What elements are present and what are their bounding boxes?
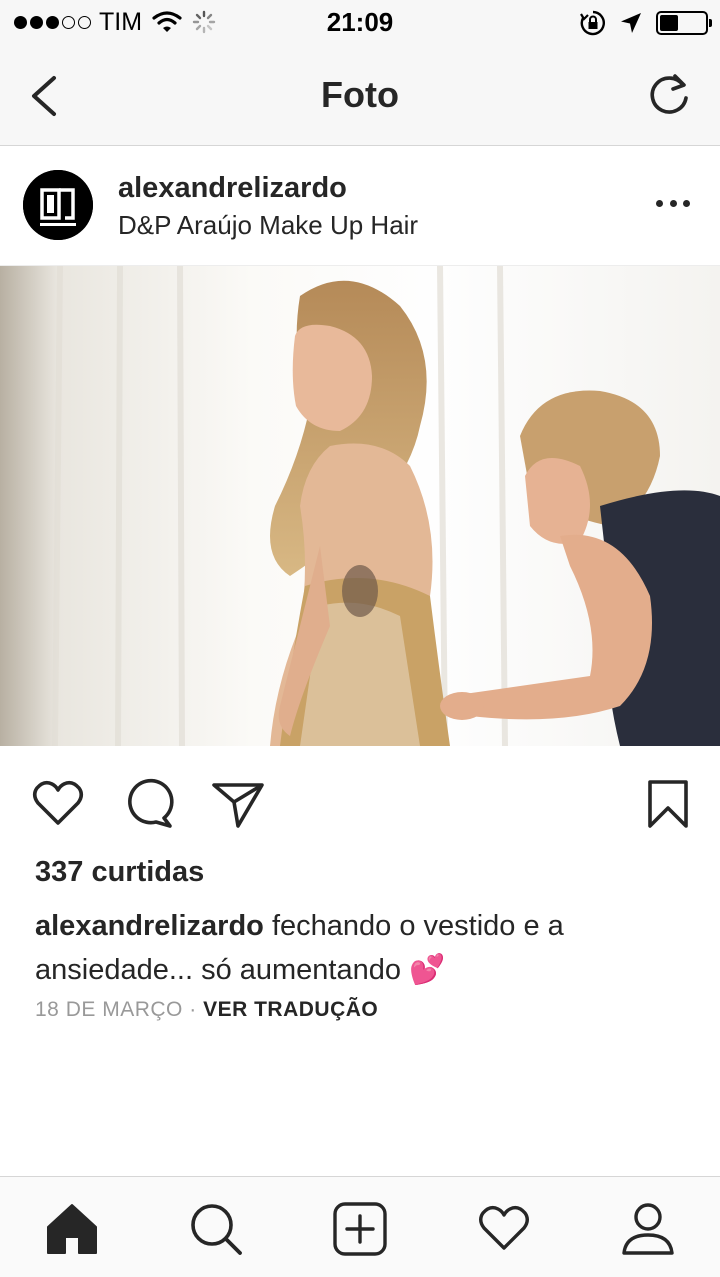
profile-icon[interactable] bbox=[620, 1201, 676, 1257]
tab-bar bbox=[0, 1176, 720, 1277]
orientation-lock-icon bbox=[580, 10, 605, 36]
post-meta: 18 DE MARÇO · VER TRADUÇÃO bbox=[35, 998, 378, 1022]
post-header: alexandrelizardo D&P Araújo Make Up Hair bbox=[0, 146, 720, 266]
search-icon[interactable] bbox=[188, 1201, 244, 1257]
add-post-icon[interactable] bbox=[332, 1201, 388, 1257]
post-username[interactable]: alexandrelizardo bbox=[118, 172, 347, 205]
wedding-photo bbox=[0, 266, 720, 746]
navigation-bar: Foto bbox=[0, 44, 720, 146]
status-bar: TIM 21:09 bbox=[0, 0, 720, 44]
meta-separator: · bbox=[189, 998, 197, 1021]
post-location[interactable]: D&P Araújo Make Up Hair bbox=[118, 210, 418, 241]
refresh-icon[interactable] bbox=[646, 72, 692, 118]
share-icon[interactable] bbox=[210, 776, 266, 832]
heart-icon[interactable] bbox=[30, 776, 86, 832]
page-title: Foto bbox=[321, 74, 399, 115]
post-caption: alexandrelizardo fechando o vestido e a … bbox=[35, 904, 675, 992]
battery-icon bbox=[656, 11, 712, 35]
post-photo[interactable] bbox=[0, 266, 720, 746]
comment-icon[interactable] bbox=[120, 776, 176, 832]
home-icon[interactable] bbox=[44, 1201, 100, 1257]
avatar[interactable] bbox=[23, 170, 93, 240]
post-date: 18 DE MARÇO bbox=[35, 998, 183, 1021]
location-arrow-icon bbox=[621, 13, 641, 33]
see-translation-link[interactable]: VER TRADUÇÃO bbox=[203, 998, 378, 1021]
activity-heart-icon[interactable] bbox=[476, 1201, 532, 1257]
bookmark-icon[interactable] bbox=[640, 776, 696, 832]
caption-username[interactable]: alexandrelizardo bbox=[35, 910, 264, 942]
more-options-icon[interactable] bbox=[656, 196, 690, 210]
likes-count[interactable]: 337 curtidas bbox=[35, 856, 204, 889]
post-actions bbox=[0, 746, 720, 856]
lizardo-logo bbox=[23, 170, 93, 240]
